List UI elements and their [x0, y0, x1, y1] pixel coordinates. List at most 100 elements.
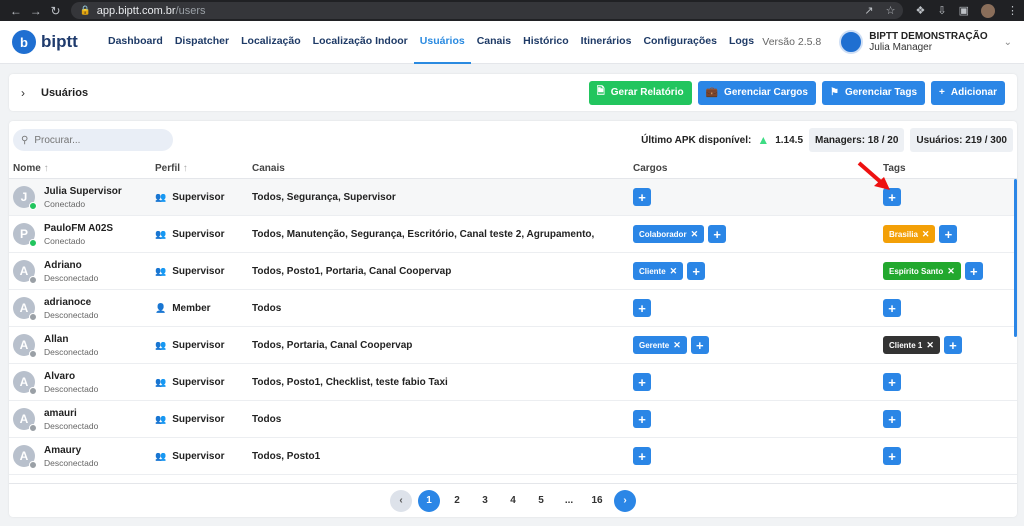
prev-page-button[interactable]: ‹ [390, 489, 412, 512]
user-name[interactable]: Amaury [44, 445, 98, 456]
page-button[interactable]: 3 [474, 490, 496, 512]
add-tag-button[interactable]: + [943, 336, 962, 354]
nav-item-5[interactable]: Canais [471, 21, 517, 64]
channels-cell: Todos, Posto1, Checklist, teste fabio Ta… [252, 376, 448, 388]
add-role-button[interactable]: + [633, 299, 651, 317]
add-role-button[interactable]: + [690, 336, 709, 354]
page-button[interactable]: 5 [530, 490, 552, 512]
nav-item-7[interactable]: Itinerários [575, 21, 638, 64]
user-name[interactable]: Julia Supervisor [44, 186, 122, 197]
profile-cell: 👤 Member [155, 303, 252, 314]
profile-avatar[interactable] [980, 3, 995, 18]
app-logo[interactable]: b biptt [12, 30, 102, 54]
add-role-button[interactable]: + [633, 373, 651, 391]
add-tag-button[interactable]: + [883, 188, 901, 206]
nav-item-9[interactable]: Logs [723, 21, 760, 64]
table-row[interactable]: P PauloFM A02S Conectado 👥 Supervisor Todo… [9, 216, 1017, 253]
close-icon[interactable]: ✕ [691, 229, 699, 240]
header-perfil[interactable]: Perfil ↑ [155, 163, 252, 174]
page-button[interactable]: 16 [586, 490, 608, 512]
nav-item-4[interactable]: Usuários [413, 21, 471, 64]
nav-item-0[interactable]: Dashboard [102, 21, 169, 64]
user-cell: A Alvaro Desconectado [9, 371, 155, 395]
generate-report-button[interactable]: 🗎 Gerar Relatório [588, 80, 692, 105]
next-page-button[interactable]: › [614, 489, 636, 512]
nav-item-1[interactable]: Dispatcher [169, 21, 235, 64]
user-name[interactable]: Adriano [44, 260, 98, 271]
avatar-initial: A [19, 375, 29, 389]
user-status: Conectado [44, 198, 86, 209]
nav-item-8[interactable]: Configurações [637, 21, 723, 64]
search-input[interactable] [34, 134, 155, 146]
add-role-button[interactable]: + [633, 410, 651, 428]
close-icon[interactable]: ✕ [947, 266, 955, 277]
manage-tags-label: Gerenciar Tags [844, 87, 918, 98]
back-icon[interactable]: ← [6, 4, 26, 18]
manage-roles-button[interactable]: 💼 Gerenciar Cargos [697, 80, 816, 105]
manage-tags-button[interactable]: ⚑ Gerenciar Tags [821, 80, 926, 105]
tag-chip-label: Espírito Santo [889, 266, 944, 276]
user-name[interactable]: Alvaro [44, 371, 98, 382]
account-menu[interactable]: BIPTT DEMONSTRAÇÃO Julia Manager ⌄ [839, 30, 1012, 54]
user-name[interactable]: Allan [44, 334, 98, 345]
download-icon[interactable]: ⇩ [937, 4, 946, 18]
tags-cell: Cliente 1 ✕ + [883, 336, 1017, 354]
sort-up-icon[interactable]: ↑ [183, 163, 188, 174]
user-name[interactable]: adrianoce [44, 297, 98, 308]
add-tag-button[interactable]: + [883, 299, 901, 317]
channels-cell: Todos, Manutenção, Segurança, Escritório… [252, 228, 595, 240]
roles-cell: Gerente ✕ + [633, 336, 883, 354]
add-tag-button[interactable]: + [964, 262, 983, 280]
nav-item-6[interactable]: Histórico [517, 21, 575, 64]
page-button[interactable]: 4 [502, 490, 524, 512]
add-tag-button[interactable]: + [883, 410, 901, 428]
close-icon[interactable]: ✕ [673, 340, 681, 351]
sort-up-icon[interactable]: ↑ [44, 163, 49, 174]
add-user-button[interactable]: + Adicionar [931, 80, 1005, 105]
user-name[interactable]: PauloFM A02S [44, 223, 113, 234]
search-box[interactable]: ⚲ [13, 129, 173, 151]
extensions-icon[interactable]: ❖ [915, 4, 925, 18]
status-dot [29, 461, 37, 469]
scrollbar[interactable] [1014, 179, 1017, 337]
table-row[interactable]: A Adriano Desconectado 👥 Supervisor Todos,… [9, 253, 1017, 290]
managers-count: Managers: 18 / 20 [809, 128, 905, 152]
table-row[interactable]: J Julia Supervisor Conectado 👥 Supervisor … [9, 179, 1017, 216]
star-icon[interactable]: ☆ [886, 4, 896, 17]
add-tag-button[interactable]: + [883, 447, 901, 465]
reload-icon[interactable]: ↻ [46, 4, 66, 18]
address-bar[interactable]: 🔒 app.biptt.com.br/users ↗ ☆ [71, 2, 904, 19]
add-role-button[interactable]: + [633, 188, 651, 206]
page-button[interactable]: 1 [418, 489, 440, 512]
briefcase-icon: 💼 [705, 87, 719, 98]
share-icon[interactable]: ↗ [864, 4, 873, 17]
table-row[interactable]: A Amaury Desconectado 👥 Supervisor Todos, … [9, 438, 1017, 475]
sidepanel-icon[interactable]: ▣ [959, 4, 969, 18]
table-row[interactable]: A amauri Desconectado 👥 Supervisor Todos +… [9, 401, 1017, 438]
nav-item-3[interactable]: Localização Indoor [307, 21, 414, 64]
page-button[interactable]: 2 [446, 490, 468, 512]
add-tag-button[interactable]: + [883, 373, 901, 391]
close-icon[interactable]: ✕ [922, 229, 930, 240]
avatar: A [13, 334, 37, 358]
page-button[interactable]: ... [558, 490, 580, 512]
chevron-down-icon[interactable]: ⌄ [1004, 37, 1012, 48]
add-role-button[interactable]: + [687, 262, 706, 280]
table-row[interactable]: A adrianoce Desconectado 👤 Member Todos + … [9, 290, 1017, 327]
profile-cell: 👥 Supervisor [155, 229, 252, 240]
user-name[interactable]: amauri [44, 408, 98, 419]
close-icon[interactable]: ✕ [926, 340, 934, 351]
chevron-right-icon[interactable]: › [21, 86, 25, 100]
add-role-button[interactable]: + [708, 225, 727, 243]
close-icon[interactable]: ✕ [670, 266, 678, 277]
add-tag-button[interactable]: + [939, 225, 958, 243]
menu-icon[interactable]: ⋮ [1007, 4, 1018, 18]
forward-icon[interactable]: → [26, 4, 46, 18]
channels-cell: Todos, Posto1, Portaria, Canal Coopervap [252, 265, 452, 277]
table-row[interactable]: A Alvaro Desconectado 👥 Supervisor Todos, … [9, 364, 1017, 401]
header-nome[interactable]: Nome ↑ [9, 163, 155, 174]
table-row[interactable]: A Allan Desconectado 👥 Supervisor Todos, P… [9, 327, 1017, 364]
nav-item-2[interactable]: Localização [235, 21, 307, 64]
tags-cell: + [883, 299, 1017, 317]
add-role-button[interactable]: + [633, 447, 651, 465]
